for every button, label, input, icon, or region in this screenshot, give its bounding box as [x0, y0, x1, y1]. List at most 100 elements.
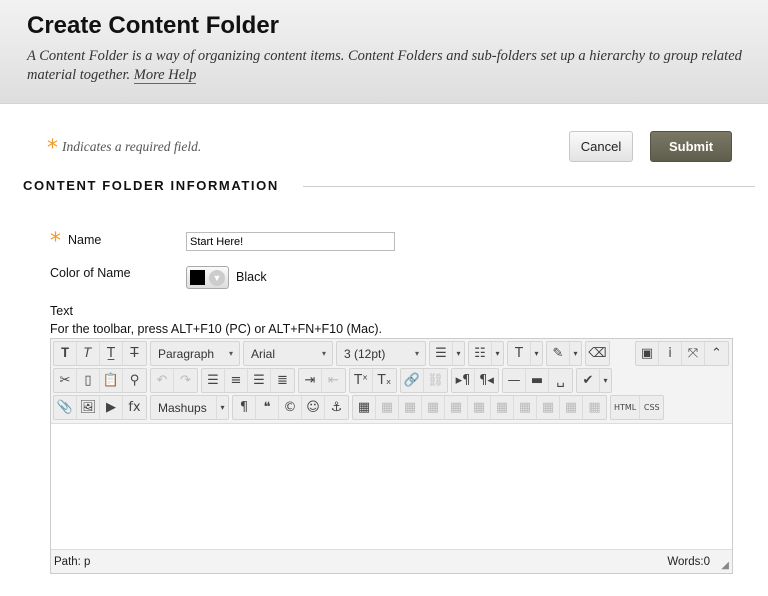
find-icon[interactable]: ⚲: [123, 369, 146, 392]
paragraph-select[interactable]: Paragraph ▾: [151, 342, 239, 365]
toolbar-group: 🔗 ⛓: [400, 368, 448, 393]
horizontal-rule-icon[interactable]: —: [503, 369, 526, 392]
toolbar-group: ▣ i ⤧ ⌃: [635, 341, 729, 366]
anchor-icon[interactable]: ⚓: [325, 396, 348, 419]
toolbar-group: Mashups ▾: [150, 395, 229, 420]
table-operation-icon[interactable]: ▦: [422, 396, 445, 419]
strikethrough-icon[interactable]: T̶: [123, 342, 146, 365]
media-icon[interactable]: ▶: [100, 396, 123, 419]
italic-icon[interactable]: 𝑇: [77, 342, 100, 365]
underline-icon[interactable]: T̲: [100, 342, 123, 365]
mashups-select[interactable]: Mashups: [151, 396, 217, 419]
pilcrow-icon[interactable]: ¶: [233, 396, 256, 419]
paste-icon[interactable]: 📋: [100, 369, 123, 392]
size-select[interactable]: 3 (12pt) ▾: [337, 342, 425, 365]
page-description: A Content Folder is a way of organizing …: [27, 47, 747, 85]
toolbar-group: ☷ ▾: [468, 341, 504, 366]
collapse-toolbar-icon[interactable]: ⌃: [705, 342, 728, 365]
highlight-icon[interactable]: ✎: [547, 342, 570, 365]
justify-icon[interactable]: ≣: [271, 369, 294, 392]
table-operation-icon[interactable]: ▦: [399, 396, 422, 419]
eraser-icon[interactable]: ⌫: [586, 342, 609, 365]
word-count: Words:0: [667, 556, 710, 568]
formula-icon[interactable]: fx: [123, 396, 146, 419]
superscript-icon[interactable]: Tˣ: [350, 369, 373, 392]
quote-icon[interactable]: ❝: [256, 396, 279, 419]
info-icon[interactable]: i: [659, 342, 682, 365]
dropdown-arrow-icon[interactable]: ▾: [217, 396, 228, 419]
paragraph-select-value: Paragraph: [158, 346, 215, 361]
editor-content-area[interactable]: [51, 423, 732, 550]
chevron-down-icon: ▾: [414, 349, 419, 358]
toolbar-group: Paragraph ▾: [150, 341, 240, 366]
rtl-icon[interactable]: ¶◂: [475, 369, 498, 392]
toolbar-group: HTML CSS: [610, 395, 665, 420]
table-operation-icon[interactable]: ▦: [376, 396, 399, 419]
font-select[interactable]: Arial ▾: [244, 342, 332, 365]
ltr-icon[interactable]: ▸¶: [452, 369, 475, 392]
table-operation-icon[interactable]: ▦: [445, 396, 468, 419]
spellcheck-icon[interactable]: ✔: [577, 369, 600, 392]
table-icon[interactable]: ▦: [353, 396, 376, 419]
dropdown-arrow-icon[interactable]: ▾: [600, 369, 611, 392]
section-divider: [303, 186, 755, 187]
preview-icon[interactable]: ▣: [636, 342, 659, 365]
undo-icon[interactable]: ↶: [151, 369, 174, 392]
dropdown-arrow-icon[interactable]: ▾: [531, 342, 542, 365]
cut-icon[interactable]: ✂: [54, 369, 77, 392]
dropdown-arrow-icon[interactable]: ▾: [453, 342, 464, 365]
toolbar-group: Tˣ Tₓ: [349, 368, 397, 393]
path-indicator: Path: p: [54, 556, 91, 568]
subscript-icon[interactable]: Tₓ: [373, 369, 396, 392]
size-select-value: 3 (12pt): [344, 346, 386, 361]
fullscreen-icon[interactable]: ⤧: [682, 342, 705, 365]
table-operation-icon[interactable]: ▦: [514, 396, 537, 419]
nbsp-icon[interactable]: ␣: [549, 369, 572, 392]
toolbar-group: ✂ ▯ 📋 ⚲: [53, 368, 147, 393]
table-operation-icon[interactable]: ▦: [560, 396, 583, 419]
color-picker[interactable]: ▼: [186, 266, 229, 289]
name-input[interactable]: [186, 232, 395, 251]
toolbar-group: 𝐓 𝑇 T̲ T̶: [53, 341, 147, 366]
outdent-icon[interactable]: ⇤: [322, 369, 345, 392]
unlink-icon[interactable]: ⛓: [424, 369, 447, 392]
table-operation-icon[interactable]: ▦: [583, 396, 606, 419]
table-operation-icon[interactable]: ▦: [491, 396, 514, 419]
html-icon[interactable]: HTML: [611, 396, 641, 419]
text-label: Text: [50, 304, 73, 318]
image-icon[interactable]: 🖼: [77, 396, 100, 419]
cancel-button[interactable]: Cancel: [569, 131, 633, 162]
indent-icon[interactable]: ⇥: [299, 369, 322, 392]
copy-icon[interactable]: ▯: [77, 369, 100, 392]
text-color-icon[interactable]: T: [508, 342, 531, 365]
link-icon[interactable]: 🔗: [401, 369, 424, 392]
chevron-down-icon: ▾: [228, 349, 233, 358]
submit-button[interactable]: Submit: [650, 131, 732, 162]
redo-icon[interactable]: ↷: [174, 369, 197, 392]
copyright-icon[interactable]: ©: [279, 396, 302, 419]
bold-icon[interactable]: 𝐓: [54, 342, 77, 365]
align-right-icon[interactable]: ☰: [248, 369, 271, 392]
toolbar-hint: For the toolbar, press ALT+F10 (PC) or A…: [50, 322, 382, 336]
bullet-list-icon[interactable]: ☰: [430, 342, 453, 365]
table-operation-icon[interactable]: ▦: [537, 396, 560, 419]
required-text: Indicates a required field.: [62, 139, 202, 154]
toolbar-row-2: ✂ ▯ 📋 ⚲ ↶ ↷ ☰ ≡ ☰ ≣ ⇥ ⇤ Tˣ Tₓ 🔗 ⛓ ▸¶ ¶◂ — ▬ ␣ ✔ ▾: [53, 368, 615, 393]
toolbar-group: ✎ ▾: [546, 341, 582, 366]
dropdown-arrow-icon[interactable]: ▾: [492, 342, 503, 365]
table-operation-icon[interactable]: ▦: [468, 396, 491, 419]
align-center-icon[interactable]: ≡: [225, 369, 248, 392]
thick-rule-icon[interactable]: ▬: [526, 369, 549, 392]
toolbar-group: ↶ ↷: [150, 368, 198, 393]
toolbar-group: 3 (12pt) ▾: [336, 341, 426, 366]
attach-icon[interactable]: 📎: [54, 396, 77, 419]
toolbar-row-3: 📎 🖼 ▶ fx Mashups ▾ ¶ ❝ © ☺ ⚓ ▦ ▦ ▦ ▦ ▦ ▦ ▦ ▦ ▦ ▦ ▦ HTML CSS: [53, 395, 667, 420]
resize-handle-icon[interactable]: ◢: [721, 560, 729, 571]
more-help-link[interactable]: More Help: [133, 67, 197, 84]
numbered-list-icon[interactable]: ☷: [469, 342, 492, 365]
dropdown-arrow-icon[interactable]: ▾: [570, 342, 581, 365]
css-icon[interactable]: CSS: [640, 396, 663, 419]
align-left-icon[interactable]: ☰: [202, 369, 225, 392]
emoticon-icon[interactable]: ☺: [302, 396, 325, 419]
chevron-down-icon: ▾: [321, 349, 326, 358]
